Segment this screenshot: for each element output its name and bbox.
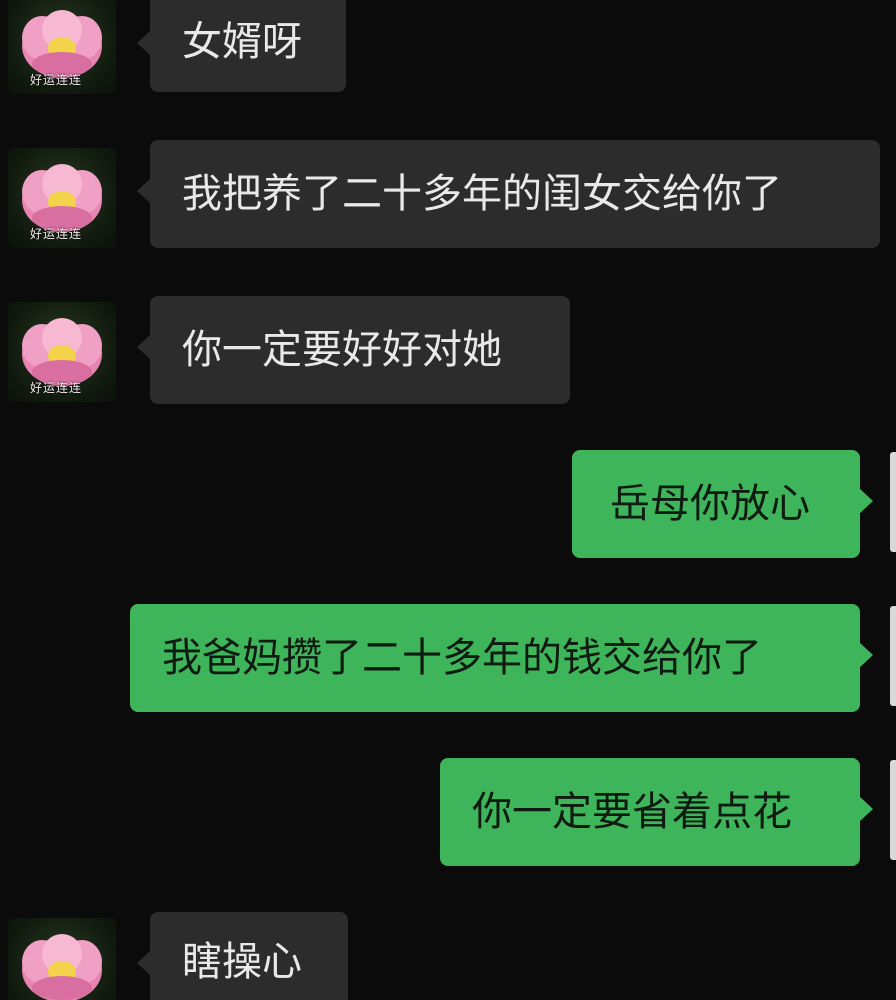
message-incoming[interactable]: 女婿呀 (137, 0, 346, 92)
own-avatar-edge (890, 760, 896, 860)
contact-avatar[interactable] (8, 918, 116, 1000)
lotus-flower-icon (22, 934, 102, 1000)
message-outgoing[interactable]: 岳母你放心 (572, 450, 873, 558)
contact-avatar[interactable]: 好运连连 (8, 0, 116, 94)
avatar-caption: 好运连连 (30, 381, 83, 395)
message-text: 我把养了二十多年的闺女交给你了 (182, 171, 782, 217)
message-text: 我爸妈攒了二十多年的钱交给你了 (162, 635, 762, 681)
message-text: 女婿呀 (182, 19, 302, 65)
message-outgoing[interactable]: 你一定要省着点花 (440, 758, 873, 866)
own-avatar-edge (890, 606, 896, 706)
message-incoming[interactable]: 我把养了二十多年的闺女交给你了 (137, 140, 880, 248)
message-incoming[interactable]: 瞎操心 (137, 912, 348, 1000)
contact-avatar[interactable]: 好运连连 (8, 148, 116, 248)
avatar-caption: 好运连连 (30, 227, 83, 241)
message-text: 你一定要省着点花 (472, 789, 792, 835)
avatar-caption: 好运连连 (30, 73, 83, 87)
message-outgoing[interactable]: 我爸妈攒了二十多年的钱交给你了 (130, 604, 873, 712)
message-text: 瞎操心 (182, 939, 302, 985)
contact-avatar[interactable]: 好运连连 (8, 302, 116, 402)
message-text: 岳母你放心 (610, 481, 810, 527)
message-text: 你一定要好好对她 (182, 327, 502, 373)
own-avatar-edge (890, 452, 896, 552)
message-incoming[interactable]: 你一定要好好对她 (137, 296, 570, 404)
chat-window: 好运连连 女婿呀 好运连连 我把养了二十多年的闺女交给你了 好运连连 你一定要好… (0, 0, 896, 1000)
